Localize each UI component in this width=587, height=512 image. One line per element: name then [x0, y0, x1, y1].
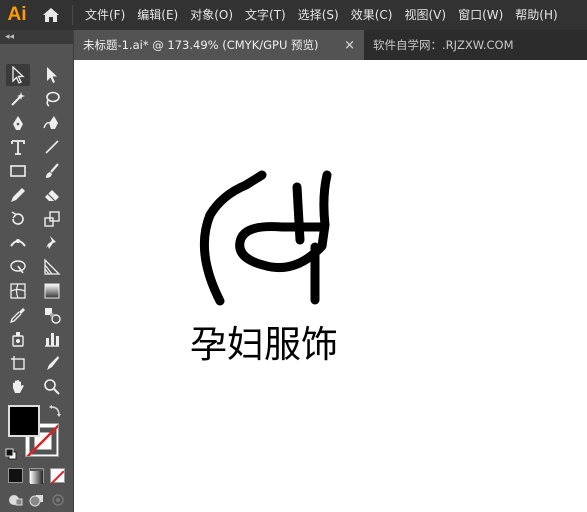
menu-select[interactable]: 选择(S): [292, 0, 345, 30]
shape-builder-icon: [10, 260, 26, 274]
toolbox-collapse-button[interactable]: ◂◂: [0, 30, 73, 44]
default-colors-button[interactable]: [5, 445, 17, 464]
lasso-icon: [46, 91, 60, 107]
shaper-tool[interactable]: [6, 184, 30, 206]
line-segment-tool[interactable]: [40, 136, 64, 158]
column-graph-tool[interactable]: [40, 328, 64, 350]
perspective-grid-tool[interactable]: [40, 256, 64, 278]
gradient-icon: [44, 283, 60, 299]
tab-close-button[interactable]: ×: [344, 38, 355, 53]
artboard-icon: [11, 356, 25, 370]
toolbox-panel: ◂◂: [0, 30, 74, 512]
tab-active-document[interactable]: 未标题-1.ai* @ 173.49% (CMYK/GPU 预览) ×: [74, 30, 364, 60]
slice-tool[interactable]: [40, 352, 64, 374]
selection-arrow-icon: [12, 66, 25, 84]
gradient-mode-button[interactable]: [29, 468, 44, 484]
eyedropper-icon: [9, 308, 25, 324]
menu-effect[interactable]: 效果(C): [345, 0, 399, 30]
paintbrush-icon: [46, 163, 59, 178]
app-logo: Ai: [7, 4, 27, 25]
document-tab-bar: 未标题-1.ai* @ 173.49% (CMYK/GPU 预览) × 软件自学…: [74, 30, 587, 60]
tab-other-title: 软件自学网：.RJZXW.COM: [373, 38, 514, 52]
eyedropper-tool[interactable]: [6, 304, 30, 326]
tab-other-document[interactable]: 软件自学网：.RJZXW.COM: [364, 30, 523, 60]
scale-icon: [44, 211, 60, 227]
paintbrush-tool[interactable]: [40, 160, 64, 182]
logo-text: 孕妇服饰: [190, 323, 338, 366]
selection-tool[interactable]: [6, 64, 30, 86]
rotate-tool[interactable]: [6, 208, 30, 230]
column-graph-icon: [45, 333, 59, 347]
perspective-grid-icon: [44, 258, 61, 275]
shape-builder-tool[interactable]: [6, 256, 30, 278]
menu-bar: Ai 文件(F) 编辑(E) 对象(O) 文字(T) 选择(S) 效果(C) 视…: [0, 0, 587, 30]
none-mode-button[interactable]: [50, 468, 65, 485]
zoom-tool[interactable]: [40, 376, 64, 398]
eraser-tool[interactable]: [40, 184, 64, 206]
magic-wand-icon: [11, 92, 25, 106]
mesh-icon: [10, 283, 26, 299]
direct-selection-arrow-icon: [47, 67, 57, 83]
color-mode-button[interactable]: [8, 468, 23, 483]
symbol-sprayer-tool[interactable]: [6, 328, 30, 350]
fill-color-front[interactable]: [8, 405, 40, 437]
rotate-icon: [11, 211, 24, 225]
none-slash-icon: [50, 470, 65, 485]
artboard-canvas[interactable]: 孕妇服饰: [74, 60, 587, 512]
type-tool[interactable]: [6, 136, 30, 158]
pen-tool[interactable]: [6, 112, 30, 134]
symbol-sprayer-icon: [12, 332, 24, 347]
tab-active-title: 未标题-1.ai* @ 173.49% (CMYK/GPU 预览): [83, 38, 319, 52]
pen-icon: [13, 116, 23, 130]
width-tool[interactable]: [6, 232, 30, 254]
pencil-icon: [11, 188, 25, 202]
draw-normal-button[interactable]: [8, 492, 24, 511]
menu-edit[interactable]: 编辑(E): [131, 0, 184, 30]
draw-behind-icon: [29, 495, 43, 507]
menu-type[interactable]: 文字(T): [239, 0, 292, 30]
menu-view[interactable]: 视图(V): [398, 0, 452, 30]
blend-icon: [45, 308, 61, 324]
magnifier-icon: [44, 379, 60, 395]
swap-colors-button[interactable]: [48, 403, 62, 422]
scale-tool[interactable]: [40, 208, 64, 230]
knife-icon: [47, 356, 59, 370]
hand-tool[interactable]: [6, 376, 30, 398]
lasso-tool[interactable]: [40, 88, 64, 110]
rectangle-icon: [10, 165, 26, 177]
gradient-swatch-icon: [30, 471, 43, 484]
magic-wand-tool[interactable]: [6, 88, 30, 110]
artboard-tool[interactable]: [6, 352, 30, 374]
hand-icon: [13, 380, 24, 393]
line-icon: [45, 140, 59, 154]
default-colors-icon: [5, 448, 17, 460]
draw-behind-button[interactable]: [29, 492, 45, 511]
mesh-tool[interactable]: [6, 280, 30, 302]
type-icon: [11, 140, 25, 155]
menu-object[interactable]: 对象(O): [184, 0, 239, 30]
curvature-tool[interactable]: [40, 112, 64, 134]
eraser-icon: [45, 190, 59, 202]
rectangle-tool[interactable]: [6, 160, 30, 182]
menu-window[interactable]: 窗口(W): [452, 0, 509, 30]
logo-artwork: [199, 170, 332, 306]
width-tool-icon: [10, 239, 26, 247]
menu-help[interactable]: 帮助(H): [509, 0, 563, 30]
gradient-tool[interactable]: [40, 280, 64, 302]
menu-separator: [72, 5, 73, 25]
draw-normal-icon: [9, 495, 23, 506]
direct-selection-tool[interactable]: [40, 64, 64, 86]
curvature-pen-icon: [43, 116, 58, 129]
draw-inside-button[interactable]: [50, 492, 66, 511]
home-button[interactable]: [34, 0, 68, 30]
swap-arrow-icon: [49, 405, 61, 417]
draw-inside-icon: [52, 494, 64, 506]
blend-tool[interactable]: [40, 304, 64, 326]
menu-file[interactable]: 文件(F): [79, 0, 131, 30]
pin-icon: [46, 236, 56, 249]
puppet-warp-tool[interactable]: [40, 232, 64, 254]
home-icon: [43, 8, 59, 22]
